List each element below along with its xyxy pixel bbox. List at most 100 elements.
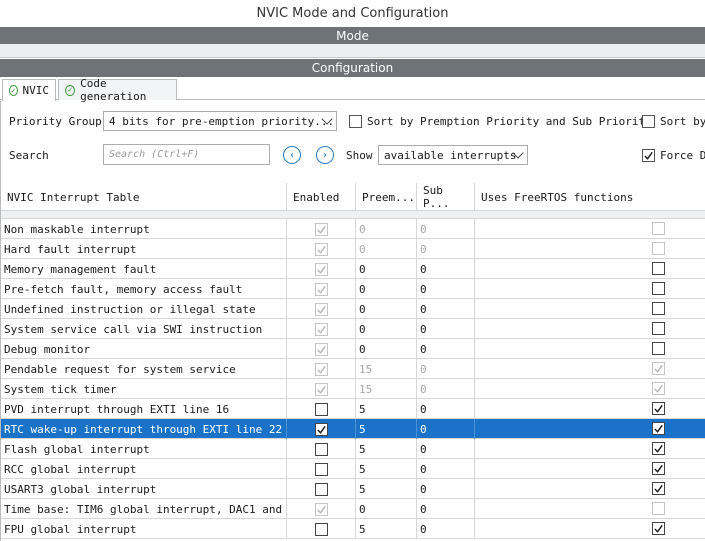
preemption-priority-value[interactable]: 0	[356, 339, 417, 359]
table-row[interactable]: System service call via SWI instruction 0…	[1, 319, 705, 339]
preemption-priority-value[interactable]: 0	[356, 259, 417, 279]
sub-priority-value[interactable]: 0	[417, 479, 475, 499]
table-row[interactable]: Pre-fetch fault, memory access fault 0 0	[1, 279, 705, 299]
freertos-checkbox[interactable]	[652, 342, 665, 355]
preemption-priority-value[interactable]: 5	[356, 459, 417, 479]
table-row[interactable]: Flash global interrupt 5 0	[1, 439, 705, 459]
enabled-checkbox	[314, 382, 328, 396]
freertos-cell	[475, 319, 705, 339]
freertos-checkbox	[652, 382, 665, 395]
table-row[interactable]: Time base: TIM6 global interrupt, DAC1 a…	[1, 499, 705, 519]
table-row[interactable]: Memory management fault 0 0	[1, 259, 705, 279]
column-header-interrupt[interactable]: NVIC Interrupt Table	[1, 183, 287, 211]
enabled-checkbox[interactable]	[314, 442, 328, 456]
enabled-checkbox[interactable]	[314, 402, 328, 416]
sub-priority-value[interactable]: 0	[417, 399, 475, 419]
table-row[interactable]: USART3 global interrupt 5 0	[1, 479, 705, 499]
mode-section-header[interactable]: Mode	[0, 27, 705, 44]
tab-bar: ✓ NVIC ✓ Code generation	[0, 77, 705, 103]
preemption-priority-value[interactable]: 0	[356, 279, 417, 299]
search-previous-button[interactable]: ‹	[283, 146, 301, 164]
table-row[interactable]: Non maskable interrupt 0 0	[1, 219, 705, 239]
interrupt-name: FPU global interrupt	[1, 519, 287, 539]
sort-by-checkbox[interactable]	[642, 115, 655, 128]
table-row[interactable]: Hard fault interrupt 0 0	[1, 239, 705, 259]
configuration-section-header[interactable]: Configuration	[0, 59, 705, 77]
preemption-priority-value[interactable]: 0	[356, 499, 417, 519]
enabled-cell	[287, 459, 356, 479]
sub-priority-value[interactable]: 0	[417, 499, 475, 519]
sub-priority-value[interactable]: 0	[417, 419, 475, 439]
freertos-checkbox	[652, 502, 665, 515]
preemption-priority-value[interactable]: 5	[356, 519, 417, 539]
enabled-cell	[287, 519, 356, 539]
enabled-cell	[287, 339, 356, 359]
checkmark-icon	[654, 364, 663, 373]
sub-priority-value[interactable]: 0	[417, 259, 475, 279]
table-row[interactable]: PVD interrupt through EXTI line 16 5 0	[1, 399, 705, 419]
tab-nvic[interactable]: ✓ NVIC	[2, 79, 56, 101]
preemption-priority-value[interactable]: 5	[356, 479, 417, 499]
enabled-cell	[287, 479, 356, 499]
column-header-freertos[interactable]: Uses FreeRTOS functions	[475, 183, 705, 211]
column-header-sub-priority[interactable]: Sub P...	[417, 183, 475, 211]
priority-group-select[interactable]: 4 bits for pre-emption priority...	[103, 111, 337, 131]
freertos-checkbox[interactable]	[652, 462, 665, 475]
enabled-checkbox[interactable]	[314, 482, 328, 496]
freertos-checkbox[interactable]	[652, 402, 665, 415]
check-circle-icon: ✓	[9, 85, 18, 96]
sort-premption-checkbox[interactable]	[349, 115, 362, 128]
preemption-priority-value[interactable]: 5	[356, 419, 417, 439]
table-row[interactable]: Undefined instruction or illegal state 0 0	[1, 299, 705, 319]
freertos-cell	[475, 519, 705, 539]
preemption-priority-value[interactable]: 5	[356, 439, 417, 459]
table-row[interactable]: Debug monitor 0 0	[1, 339, 705, 359]
preemption-priority-value: 0	[356, 219, 417, 239]
freertos-checkbox[interactable]	[652, 442, 665, 455]
freertos-checkbox[interactable]	[652, 282, 665, 295]
table-header-spacer	[1, 211, 705, 219]
table-row[interactable]: RCC global interrupt 5 0	[1, 459, 705, 479]
nvic-interrupt-table: NVIC Interrupt Table Enabled Preem... Su…	[1, 183, 705, 539]
column-header-enabled[interactable]: Enabled	[287, 183, 356, 211]
enabled-checkbox[interactable]	[314, 422, 328, 436]
sub-priority-value[interactable]: 0	[417, 439, 475, 459]
sub-priority-value[interactable]: 0	[417, 519, 475, 539]
preemption-priority-value[interactable]: 5	[356, 399, 417, 419]
freertos-cell	[475, 359, 705, 379]
preemption-priority-value[interactable]: 0	[356, 299, 417, 319]
freertos-checkbox[interactable]	[652, 482, 665, 495]
freertos-checkbox[interactable]	[652, 322, 665, 335]
table-row[interactable]: RTC wake-up interrupt through EXTI line …	[1, 419, 705, 439]
sub-priority-value[interactable]: 0	[417, 299, 475, 319]
show-select[interactable]: available interrupts	[378, 145, 528, 165]
enabled-cell	[287, 419, 356, 439]
sub-priority-value[interactable]: 0	[417, 279, 475, 299]
table-row[interactable]: Pendable request for system service 15 0	[1, 359, 705, 379]
freertos-checkbox[interactable]	[652, 302, 665, 315]
search-next-button[interactable]: ›	[316, 146, 334, 164]
preemption-priority-value[interactable]: 0	[356, 319, 417, 339]
freertos-cell	[475, 479, 705, 499]
checkmark-icon	[654, 464, 663, 473]
enabled-checkbox[interactable]	[314, 462, 328, 476]
force-checkbox[interactable]	[642, 149, 655, 162]
freertos-checkbox[interactable]	[652, 422, 665, 435]
enabled-checkbox[interactable]	[314, 522, 328, 536]
column-header-preemption[interactable]: Preem...	[356, 183, 417, 211]
freertos-checkbox[interactable]	[652, 522, 665, 535]
sub-priority-value: 0	[417, 359, 475, 379]
table-row[interactable]: System tick timer 15 0	[1, 379, 705, 399]
sub-priority-value[interactable]: 0	[417, 339, 475, 359]
table-header: NVIC Interrupt Table Enabled Preem... Su…	[1, 183, 705, 211]
enabled-checkbox	[314, 282, 328, 296]
search-input[interactable]: Search (Ctrl+F)	[103, 144, 270, 165]
freertos-checkbox[interactable]	[652, 262, 665, 275]
checkmark-icon	[316, 285, 326, 294]
table-row[interactable]: FPU global interrupt 5 0	[1, 519, 705, 539]
sub-priority-value[interactable]: 0	[417, 319, 475, 339]
enabled-cell	[287, 439, 356, 459]
interrupt-name: System tick timer	[1, 379, 287, 399]
sub-priority-value[interactable]: 0	[417, 459, 475, 479]
tab-code-generation[interactable]: ✓ Code generation	[58, 77, 177, 103]
